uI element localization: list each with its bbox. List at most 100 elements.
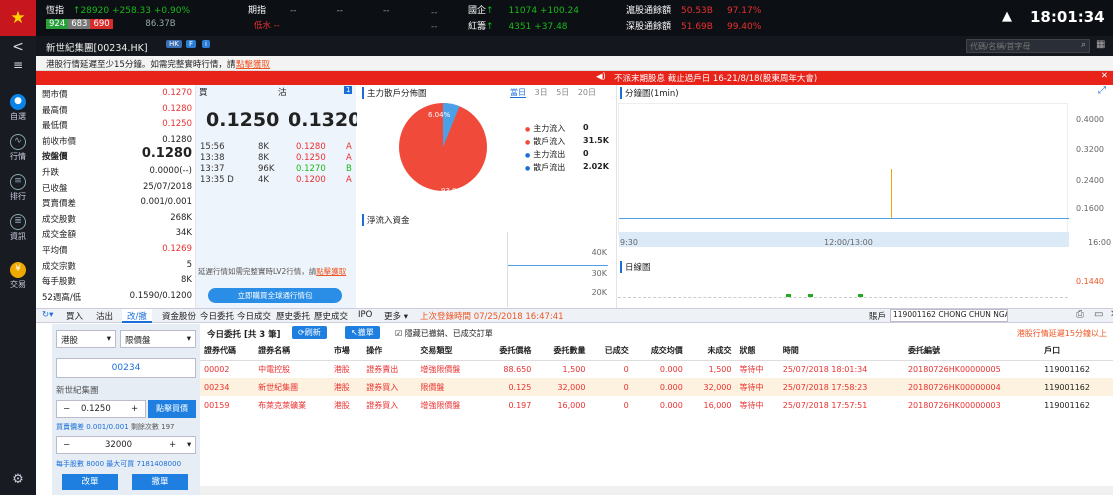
hide-filter-checkbox[interactable]: ☑ 隱藏已撤銷、已成交訂單: [395, 328, 493, 339]
search-box[interactable]: ⌕: [966, 39, 1090, 53]
sz-connect-value: 51.69B: [681, 22, 713, 32]
column-header[interactable]: 交易類型: [416, 342, 482, 361]
order-cell: 限價盤: [420, 382, 445, 392]
column-header[interactable]: 戶口: [1040, 342, 1113, 361]
grid-icon[interactable]: ▦: [1096, 39, 1105, 50]
tab-20d[interactable]: 20日: [578, 88, 596, 97]
horizontal-scrollbar[interactable]: [200, 486, 1113, 495]
ask-label: 沽: [278, 88, 287, 98]
tab-history-orders[interactable]: 歷史委托: [276, 310, 310, 322]
quote-row: 買賣價差 0.001/0.001: [36, 196, 196, 211]
hsi-turnover: 86.37B: [145, 19, 176, 29]
order-cell: 119001162: [1044, 400, 1090, 410]
menu-icon[interactable]: ≡: [0, 58, 36, 72]
sidebar-item-favorites[interactable]: ● 自選: [0, 94, 36, 122]
price-minus[interactable]: −: [63, 404, 70, 414]
column-header[interactable]: 狀態: [735, 342, 779, 361]
sidebar-item-news[interactable]: ≣ 資訊: [0, 214, 36, 242]
column-header[interactable]: 時間: [778, 342, 904, 361]
window-icon[interactable]: ▭: [1094, 309, 1103, 320]
order-cell: 證券買入: [366, 400, 399, 410]
print-icon[interactable]: ⎙: [1076, 309, 1084, 320]
price-stepper[interactable]: − 0.1250 +: [56, 400, 146, 418]
tab-funds[interactable]: 資金股份: [162, 310, 196, 322]
settings-icon[interactable]: ⚙: [0, 472, 36, 487]
qty-input[interactable]: 32000: [105, 440, 132, 450]
orders-title: 今日委托 [共 3 筆]: [207, 330, 281, 340]
column-header[interactable]: 操作: [362, 342, 417, 361]
column-header[interactable]: 證券代碼: [200, 342, 255, 361]
stock-code-input[interactable]: 00234: [56, 358, 196, 378]
price-plus[interactable]: +: [131, 404, 138, 414]
qty-plus[interactable]: +: [169, 440, 176, 450]
tab-modify[interactable]: 改/撤: [122, 309, 152, 323]
refresh-button[interactable]: ⟳刷新: [292, 326, 327, 339]
notice-link[interactable]: 點擊獲取: [236, 58, 270, 70]
buy-quote-package-button[interactable]: 立即購買全球通行情包: [208, 288, 342, 303]
tab-more[interactable]: 更多 ▾: [384, 310, 408, 322]
sidebar-item-quotes[interactable]: ∿ 行情: [0, 134, 36, 162]
expand-icon[interactable]: ⤢: [1098, 85, 1106, 96]
refresh-icon[interactable]: ↻▾: [42, 310, 53, 320]
withdraw-button[interactable]: ↖撤單: [345, 326, 380, 339]
clock-time: 18:01:34: [1030, 8, 1105, 26]
column-header[interactable]: 已成交: [589, 342, 633, 361]
cancel-order-button[interactable]: 撤單: [132, 474, 188, 490]
search-icon[interactable]: ⌕: [1081, 40, 1086, 50]
qty-minus[interactable]: −: [63, 440, 70, 450]
futures-value: --: [290, 6, 297, 16]
ask-count-badge: 1: [344, 86, 353, 94]
period-tabs: 當日 3日 5日 20日: [510, 87, 596, 98]
market-select[interactable]: 港股 ▾: [56, 330, 116, 348]
tab-3d[interactable]: 3日: [535, 88, 548, 97]
tab-today-trades[interactable]: 今日成交: [237, 310, 271, 322]
order-row[interactable]: 00159 布萊克萊礦業 港股 證券買入 增強限價盤 0.197 16,000 0 0.000 1…: [200, 396, 1113, 414]
bell-icon[interactable]: ▲: [1002, 9, 1012, 24]
quote-value: 0.1269: [162, 244, 192, 254]
back-arrow-icon[interactable]: <: [0, 39, 36, 55]
order-row[interactable]: 00234 新世紀集團 港股 證券買入 限價盤 0.125 32,000 0 0.000 32,0…: [200, 378, 1113, 396]
legend-item: ● 散戶流入 31.5K: [525, 136, 617, 147]
tab-5d[interactable]: 5日: [556, 88, 569, 97]
tab-ipo[interactable]: IPO: [358, 310, 372, 320]
column-header[interactable]: 委托價格: [481, 342, 536, 361]
account-select[interactable]: 119001162 CHONG CHUN NGA: [890, 309, 1008, 322]
left-sidebar: < ≡ ● 自選 ∿ 行情 ≡ 排行 ≣ 資訊 ¥ 交易 ⚙: [0, 36, 36, 495]
daily-chart-area: [618, 297, 1068, 298]
sidebar-item-ranking[interactable]: ≡ 排行: [0, 174, 36, 202]
order-cell: 20180726HK00000005: [907, 364, 1001, 374]
column-header[interactable]: 市場: [329, 342, 363, 361]
order-cell: 港股: [333, 364, 350, 374]
tab-history-trades[interactable]: 歷史成交: [314, 310, 348, 322]
sh-connect-pct: 97.17%: [726, 6, 762, 16]
column-header[interactable]: 委托數量: [535, 342, 590, 361]
quote-value: 268K: [170, 212, 192, 223]
modify-order-button[interactable]: 改單: [62, 474, 118, 490]
quantity-stepper[interactable]: − 32000 + ▾: [56, 436, 196, 454]
tab-sell[interactable]: 沽出: [96, 310, 113, 322]
order-row[interactable]: 00002 中電控股 港股 證券賣出 增強限價盤 88.650 1,500 0 0.000 1,5…: [200, 360, 1113, 378]
column-header[interactable]: 未成交: [686, 342, 736, 361]
bid-price-button[interactable]: 點擊買價: [148, 400, 196, 418]
tick-time: 13:35 D: [200, 175, 234, 185]
order-type-select[interactable]: 限價盤 ▾: [120, 330, 196, 348]
search-input[interactable]: [967, 40, 1072, 52]
close-icon[interactable]: ✕: [1101, 71, 1108, 81]
qty-dropdown-icon[interactable]: ▾: [187, 440, 191, 450]
quote-row: 最低價 0.1250: [36, 118, 196, 133]
trade-icon: ¥: [10, 262, 26, 278]
tab-today-orders[interactable]: 今日委托: [200, 310, 234, 322]
y-tick-3: 0.2400: [1076, 176, 1104, 185]
tab-1d[interactable]: 當日: [510, 88, 526, 98]
column-header[interactable]: 委托編號: [903, 342, 1041, 361]
sidebar-item-trade[interactable]: ¥ 交易: [0, 262, 36, 290]
favorite-star-icon[interactable]: ★: [0, 0, 36, 36]
column-header[interactable]: 成交均價: [632, 342, 687, 361]
price-input[interactable]: 0.1250: [81, 404, 111, 414]
order-cell: 0: [623, 400, 629, 410]
tab-buy[interactable]: 買入: [66, 310, 83, 322]
delay-notice: 港股行情延遲至少15分鐘。如需完整實時行情，請 點擊獲取: [36, 56, 1113, 71]
legend-label: 主力流入: [533, 124, 566, 133]
column-header[interactable]: 證券名稱: [254, 342, 330, 361]
hk-badge-icon: HK: [166, 40, 182, 48]
